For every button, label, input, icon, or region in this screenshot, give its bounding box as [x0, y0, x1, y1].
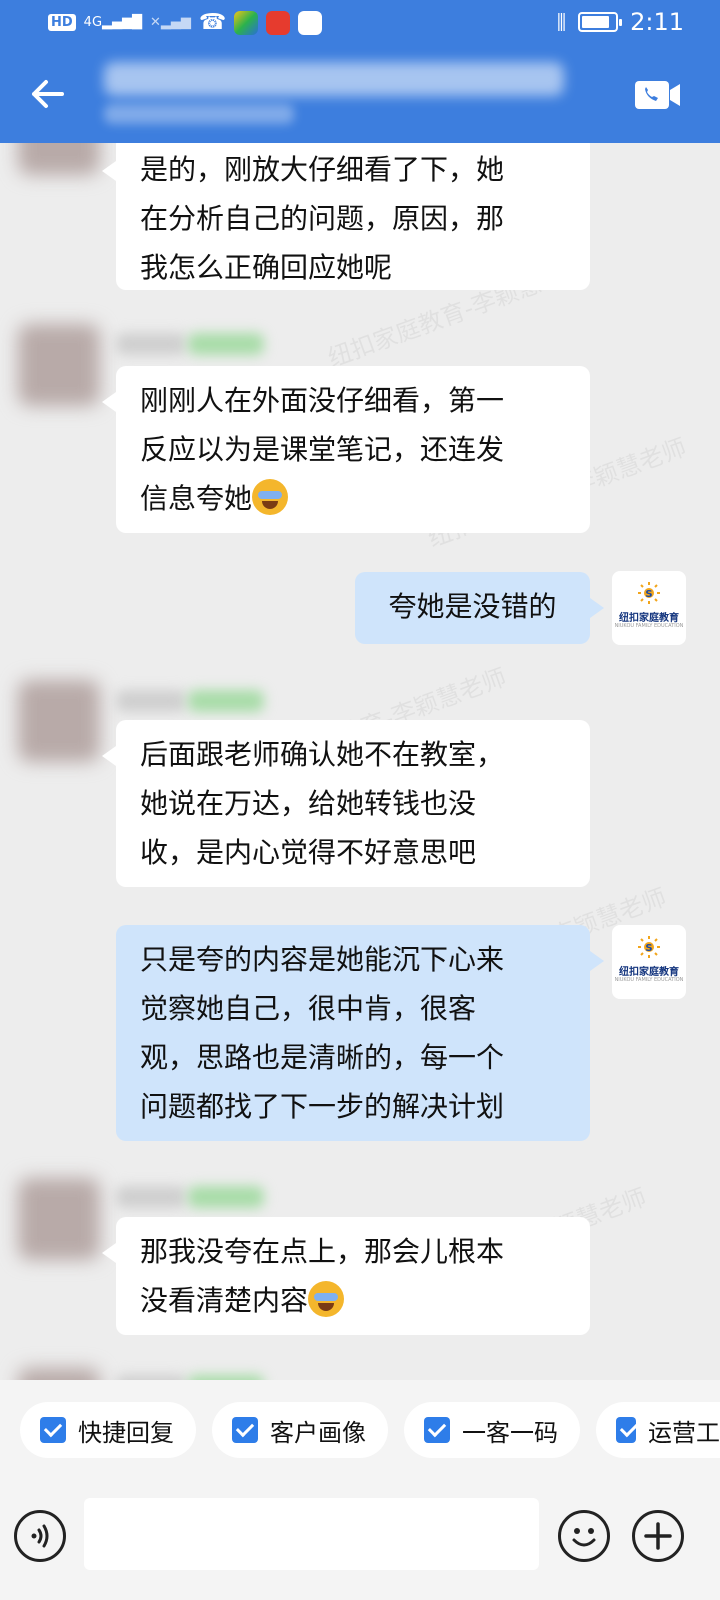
message-bubble-incoming[interactable]: 刚刚人在外面没仔细看，第一 反应以为是课堂笔记，还连发 信息夸她 [102, 366, 590, 533]
message-bubble-outgoing[interactable]: 只是夸的内容是她能沉下心来 觉察她自己，很中肯，很客 观，思路也是清晰的，每一个… [116, 925, 604, 1141]
quick-tab-label: 一客一码 [462, 1418, 558, 1447]
contact-name-blurred [116, 690, 186, 712]
message-line: 观，思路也是清晰的，每一个 [140, 1041, 505, 1074]
logo-text: 纽扣家庭教育 [619, 967, 679, 978]
message-line: 刚刚人在外面没仔细看，第一 [140, 384, 505, 417]
message-line: 那我没夸在点上，那会儿根本 [140, 1235, 505, 1268]
message-bubble-outgoing[interactable]: 夸她是没错的 [355, 572, 604, 644]
quick-reply-tab[interactable]: 快捷回复 [20, 1402, 196, 1458]
message-bubble-incoming[interactable]: 那我没夸在点上，那会儿根本 没看清楚内容 [102, 1217, 590, 1335]
voice-icon[interactable] [14, 1510, 66, 1562]
battery-icon [578, 12, 623, 32]
contact-tag-blurred [188, 690, 264, 712]
message-line: 只是夸的内容是她能沉下心来 [140, 943, 505, 976]
message-line: 是的，刚放大仔细看了下，她 [140, 153, 505, 186]
baidu-icon [298, 10, 323, 35]
sun-logo-icon: S [638, 582, 660, 604]
message-input[interactable] [84, 1498, 539, 1570]
contact-name-blurred [116, 333, 186, 355]
contact-avatar[interactable] [18, 680, 100, 762]
svg-text:S: S [645, 943, 652, 954]
logo-text: 纽扣家庭教育 [619, 613, 679, 624]
contact-avatar[interactable] [18, 143, 100, 175]
cry-laugh-emoji [308, 1281, 345, 1317]
contact-tag-blurred [188, 333, 264, 355]
status-left-icons: HD 4G▂▄▆█ ✕▂▄▆ ☎ [48, 10, 323, 35]
quick-tab-label: 客户画像 [270, 1418, 366, 1447]
chat-title-blurred [104, 62, 564, 96]
battery-fill [582, 16, 610, 28]
contact-avatar[interactable] [18, 324, 100, 406]
quick-tab-label: 运营工 [648, 1418, 720, 1447]
contact-avatar[interactable] [18, 1368, 100, 1380]
message-line: 夸她是没错的 [388, 590, 557, 623]
quick-tools-bar[interactable]: 快捷回复 客户画像 一客一码 运营工 [0, 1380, 720, 1480]
checkbox-icon [616, 1417, 636, 1443]
logo-subtext: NIUKOU FAMILY EDUCATION [614, 977, 684, 983]
checkbox-icon [232, 1417, 258, 1443]
operations-tab[interactable]: 运营工 [596, 1402, 720, 1458]
message-line: 反应以为是课堂笔记，还连发 [140, 433, 505, 466]
message-line: 没看清楚内容 [140, 1276, 566, 1325]
checkbox-icon [424, 1417, 450, 1443]
message-line: 她说在万达，给她转钱也没 [140, 787, 477, 820]
contact-avatar[interactable] [18, 1178, 100, 1260]
status-right-icons: ⫼ 2:11 [557, 8, 684, 36]
message-bubble-incoming[interactable]: 是的，刚放大仔细看了下，她 在分析自己的问题，原因，那 我怎么正确回应她呢 [102, 143, 590, 290]
chat-subtitle-blurred [104, 104, 294, 124]
plus-icon[interactable] [632, 1510, 684, 1562]
network-type-label: 4G [83, 14, 103, 30]
video-call-icon[interactable] [634, 80, 682, 110]
top-bar: HD 4G▂▄▆█ ✕▂▄▆ ☎ ⫼ 2:11 [0, 0, 720, 143]
sun-logo-icon: S [638, 936, 660, 958]
message-line: 收，是内心觉得不好意思吧 [140, 836, 477, 869]
status-bar: HD 4G▂▄▆█ ✕▂▄▆ ☎ ⫼ 2:11 [0, 0, 720, 48]
message-line-text: 没看清楚内容 [140, 1284, 309, 1317]
message-bubble-incoming[interactable]: 后面跟老师确认她不在教室， 她说在万达，给她转钱也没 收，是内心觉得不好意思吧 [102, 720, 590, 887]
smiley-icon[interactable] [558, 1510, 610, 1562]
svg-text:S: S [645, 589, 652, 600]
arrow-left-icon[interactable] [26, 72, 70, 116]
chat-messages[interactable]: 纽扣家庭教育-李颖慧老师 纽扣家庭教育-李颖慧老师 纽扣家庭教育-李颖慧老师 纽… [0, 143, 720, 1380]
message-line-text: 信息夸她 [140, 482, 253, 515]
logo-subtext: NIUKOU FAMILY EDUCATION [614, 623, 684, 629]
cry-laugh-emoji [252, 479, 289, 515]
self-avatar-logo[interactable]: S 纽扣家庭教育 NIUKOU FAMILY EDUCATION [612, 571, 686, 645]
checkbox-icon [40, 1417, 66, 1443]
message-line: 问题都找了下一步的解决计划 [140, 1090, 505, 1123]
message-line: 觉察她自己，很中肯，很客 [140, 992, 477, 1025]
signal-icon: 4G▂▄▆█ [83, 14, 143, 30]
one-customer-one-code-tab[interactable]: 一客一码 [404, 1402, 580, 1458]
no-signal-icon: ✕▂▄▆ [150, 14, 191, 30]
app-icon [266, 10, 291, 35]
vibrate-icon: ⫼ [556, 10, 567, 34]
hd-icon: HD [48, 14, 76, 31]
customer-profile-tab[interactable]: 客户画像 [212, 1402, 388, 1458]
message-line: 在分析自己的问题，原因，那 [140, 202, 505, 235]
self-avatar-logo[interactable]: S 纽扣家庭教育 NIUKOU FAMILY EDUCATION [612, 925, 686, 999]
message-line: 我怎么正确回应她呢 [140, 251, 393, 284]
message-line: 信息夸她 [140, 474, 566, 523]
message-line: 后面跟老师确认她不在教室， [140, 738, 505, 771]
contact-tag-blurred [188, 1186, 264, 1208]
message-input-bar [0, 1480, 720, 1600]
status-time: 2:11 [630, 8, 684, 36]
missed-call-icon: ☎ [198, 10, 227, 35]
app-icon [234, 10, 259, 35]
contact-name-blurred [116, 1186, 186, 1208]
quick-tab-label: 快捷回复 [78, 1418, 174, 1447]
